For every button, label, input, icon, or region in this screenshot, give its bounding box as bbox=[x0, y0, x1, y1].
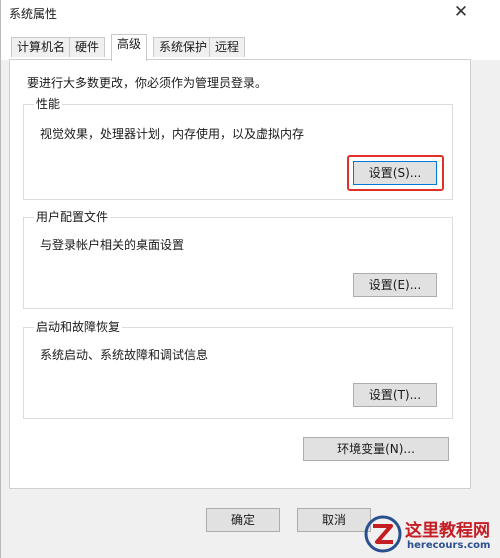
watermark: 这里教程网 herecours.com bbox=[361, 512, 500, 558]
tab-advanced[interactable]: 高级 bbox=[111, 34, 148, 61]
watermark-text: 这里教程网 bbox=[405, 521, 490, 541]
tab-remote[interactable]: 远程 bbox=[209, 37, 246, 57]
watermark-logo-icon bbox=[364, 515, 402, 553]
user-profiles-desc: 与登录帐户相关的桌面设置 bbox=[40, 238, 185, 252]
environment-variables-button[interactable]: 环境变量(N)... bbox=[303, 437, 449, 461]
tab-computer-name[interactable]: 计算机名 bbox=[11, 37, 72, 57]
tab-system-protection[interactable]: 系统保护 bbox=[153, 37, 214, 57]
tab-strip: 计算机名 硬件 高级 系统保护 远程 bbox=[1, 26, 500, 61]
startup-recovery-desc: 系统启动、系统故障和调试信息 bbox=[40, 348, 209, 362]
performance-group-title: 性能 bbox=[34, 97, 63, 111]
title-bar: 系统属性 ✕ bbox=[1, 0, 500, 26]
performance-desc: 视觉效果，处理器计划，内存使用，以及虚拟内存 bbox=[40, 127, 305, 141]
tab-hardware[interactable]: 硬件 bbox=[69, 37, 106, 57]
window-title: 系统属性 bbox=[9, 7, 58, 21]
user-profiles-settings-button[interactable]: 设置(E)... bbox=[353, 273, 437, 297]
close-icon[interactable]: ✕ bbox=[451, 1, 471, 23]
watermark-url: herecours.com bbox=[407, 540, 491, 551]
system-properties-window: 系统属性 ✕ 计算机名 硬件 高级 系统保护 远程 要进行大多数更改，你必须作为… bbox=[0, 0, 500, 558]
startup-recovery-group-title: 启动和故障恢复 bbox=[34, 320, 123, 334]
admin-note: 要进行大多数更改，你必须作为管理员登录。 bbox=[27, 76, 268, 90]
performance-settings-button[interactable]: 设置(S)... bbox=[353, 161, 437, 185]
cancel-button[interactable]: 取消 bbox=[297, 508, 371, 532]
startup-recovery-settings-button[interactable]: 设置(T)... bbox=[353, 383, 437, 407]
ok-button[interactable]: 确定 bbox=[206, 508, 280, 532]
user-profiles-group-title: 用户配置文件 bbox=[34, 210, 111, 224]
